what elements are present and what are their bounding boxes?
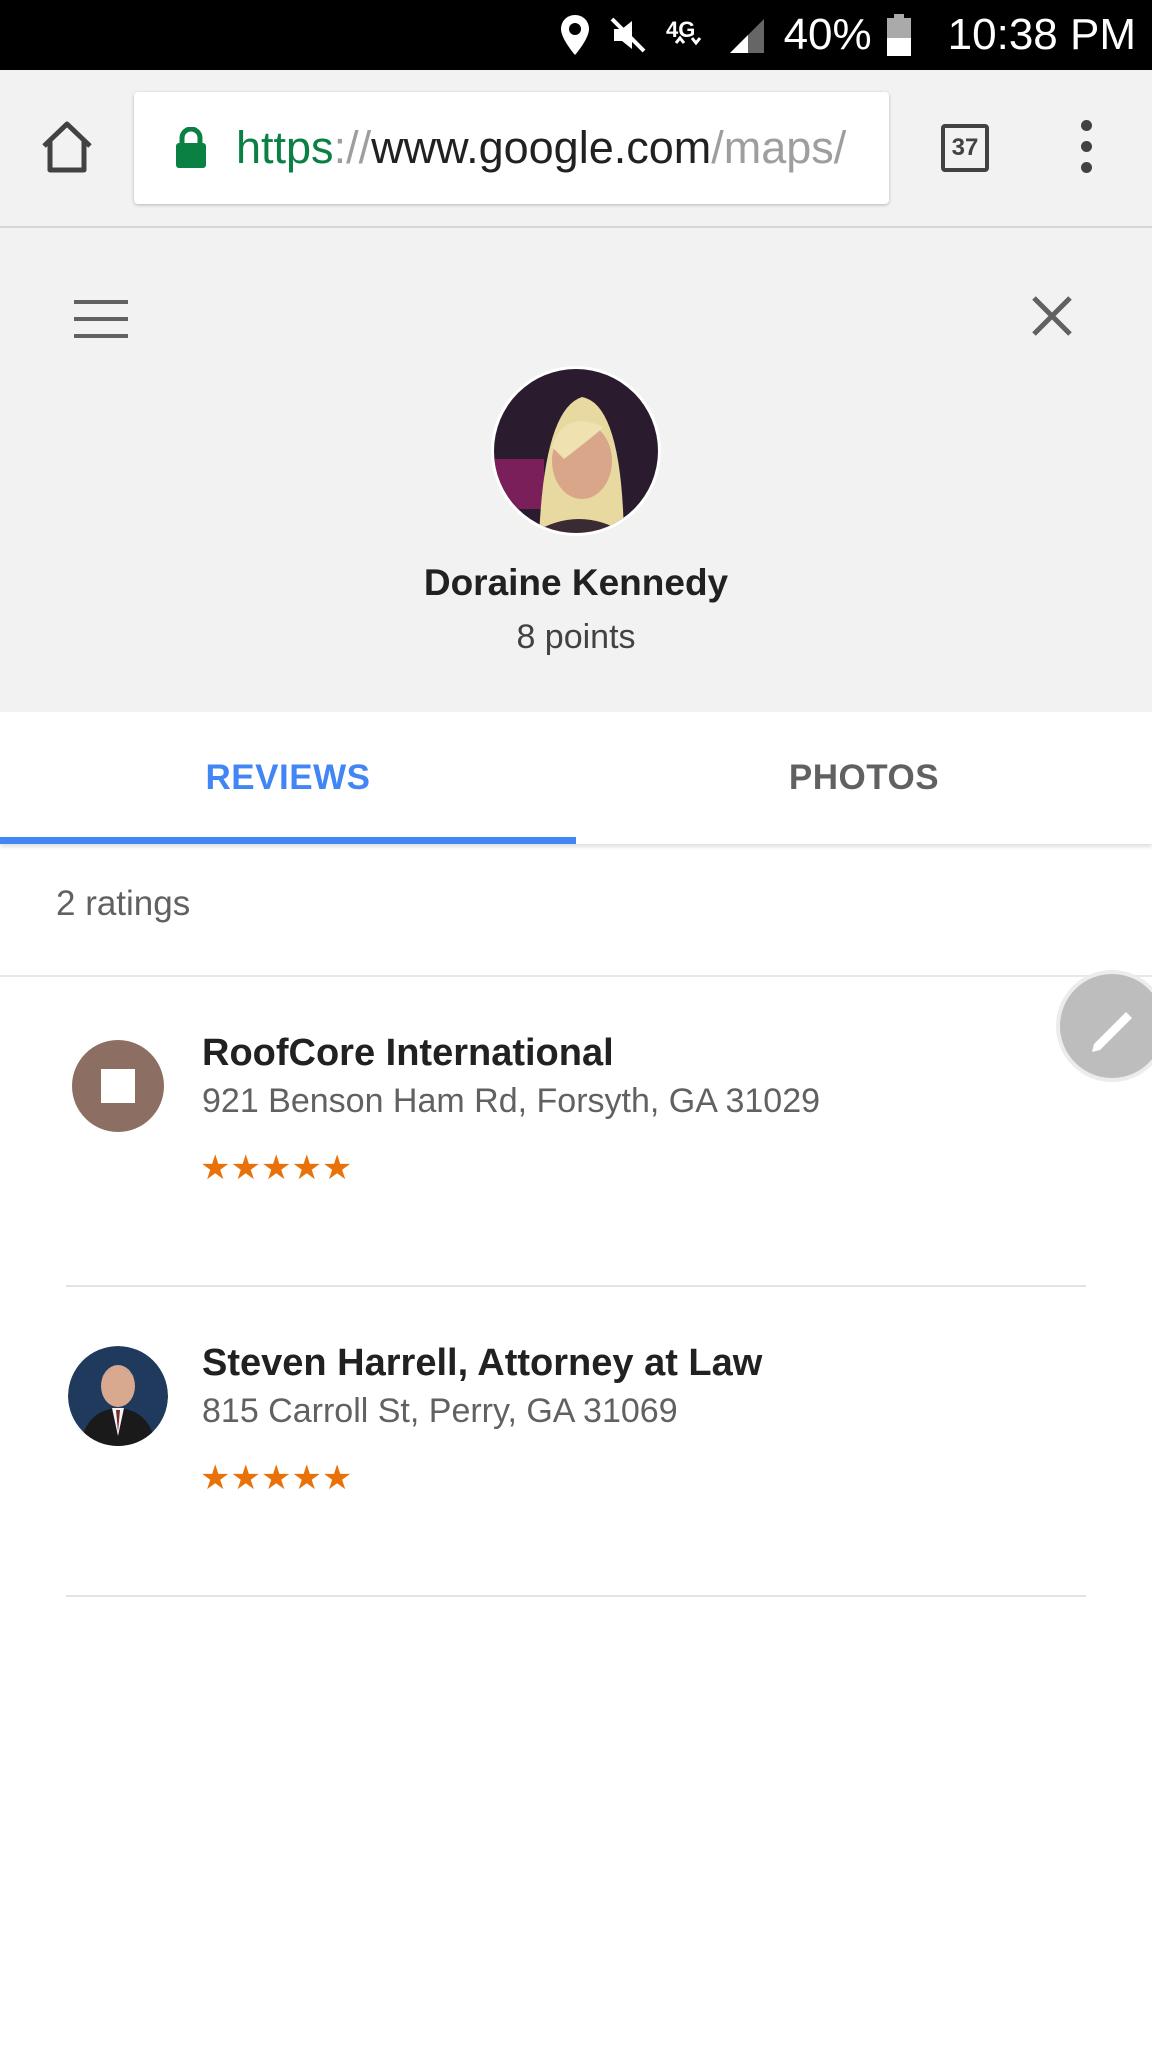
pencil-icon [1092,1012,1132,1052]
review-item[interactable]: RoofCore International 921 Benson Ham Rd… [0,1000,1152,1310]
ratings-count: 2 ratings [56,884,191,923]
url-separator: :// [333,122,372,173]
profile-header: Doraine Kennedy 8 points [0,228,1152,712]
place-name[interactable]: RoofCore International [202,1032,614,1075]
hamburger-menu-icon[interactable] [74,300,128,340]
close-icon[interactable] [1030,294,1074,338]
place-name[interactable]: Steven Harrell, Attorney at Law [202,1342,762,1385]
overflow-menu-icon[interactable] [1074,120,1098,180]
star-rating: ★★★★★ [200,1459,353,1497]
divider [66,1285,1086,1287]
url-host: www.google.com [371,122,712,173]
mute-icon [608,15,648,55]
url-scheme: https [236,122,334,173]
lock-icon [176,127,206,168]
place-icon [68,1036,168,1136]
place-address: 921 Benson Ham Rd, Forsyth, GA 31029 [202,1082,821,1120]
review-item[interactable]: Steven Harrell, Attorney at Law 815 Carr… [0,1310,1152,1620]
tab-photos[interactable]: PHOTOS [576,712,1152,844]
profile-points: 8 points [516,618,636,656]
home-icon[interactable] [38,118,96,176]
url-text: https://www.google.com/maps/ [236,122,846,174]
star-rating: ★★★★★ [200,1149,353,1187]
divider [66,1595,1086,1597]
edit-button[interactable] [1056,970,1152,1082]
browser-toolbar: https://www.google.com/maps/ 37 [0,70,1152,228]
divider [0,975,1152,977]
battery-percent: 40% [783,10,872,59]
location-icon [560,15,590,55]
status-bar: 4G 40% 10:38 PM [0,0,1152,70]
url-path: /maps/ [711,122,847,173]
tab-bar: REVIEWS PHOTOS [0,712,1152,844]
profile-name: Doraine Kennedy [423,562,729,603]
clock: 10:38 PM [947,10,1136,59]
tabs-icon[interactable]: 37 [941,124,989,172]
place-photo [68,1346,168,1446]
address-bar[interactable]: https://www.google.com/maps/ [134,92,889,204]
lte-icon: 4G [666,13,710,57]
place-address: 815 Carroll St, Perry, GA 31069 [202,1392,678,1430]
signal-icon [728,15,766,55]
tab-reviews[interactable]: REVIEWS [0,712,576,844]
avatar [491,366,661,536]
battery-icon [886,14,912,56]
active-tab-indicator [0,837,576,844]
